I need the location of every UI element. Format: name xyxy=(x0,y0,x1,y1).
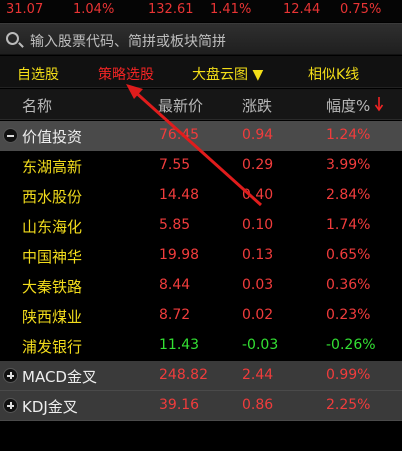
column-pct[interactable]: 幅度% xyxy=(326,95,370,116)
search-placeholder[interactable]: 输入股票代码、简拼或板块简拼 xyxy=(30,31,226,51)
stock-pct: 1.74% xyxy=(326,217,371,233)
group-change: 0.94 xyxy=(242,127,274,143)
stock-price: 14.48 xyxy=(159,187,200,203)
stock-pct: 0.36% xyxy=(326,277,371,293)
ticker-value: 132.61 xyxy=(148,2,194,17)
expand-icon[interactable] xyxy=(3,368,18,383)
group-name: MACD金叉 xyxy=(22,368,97,386)
search-icon xyxy=(6,32,19,45)
collapse-icon[interactable] xyxy=(3,128,18,143)
ticker-bar: 31.07 1.04% 132.61 1.41% 12.44 0.75% xyxy=(0,0,402,22)
group-price: 76.45 xyxy=(159,127,200,143)
stock-change: 0.03 xyxy=(242,277,274,293)
stock-pct: -0.26% xyxy=(326,337,376,353)
group-pct: 0.99% xyxy=(326,367,371,383)
group-change: 0.86 xyxy=(242,397,274,413)
tab-bar: 自选股 策略选股 大盘云图 ▼ 相似K线 xyxy=(0,56,402,88)
stock-name: 中国神华 xyxy=(22,248,83,266)
tab-strategy-picks[interactable]: 策略选股 xyxy=(98,64,154,84)
ticker-value: 31.07 xyxy=(6,2,44,17)
stock-name: 陕西煤业 xyxy=(22,308,83,326)
ticker-pct: 0.75% xyxy=(340,2,382,17)
expand-icon[interactable] xyxy=(3,398,18,413)
stock-price: 11.43 xyxy=(159,337,200,353)
stock-row[interactable]: 浦发银行 11.43 -0.03 -0.26% xyxy=(0,331,402,361)
stock-change: -0.03 xyxy=(242,337,279,353)
tab-similar-kline[interactable]: 相似K线 xyxy=(308,64,359,84)
column-header: 名称 最新价 涨跌 幅度% xyxy=(0,89,402,120)
group-change: 2.44 xyxy=(242,367,274,383)
column-name[interactable]: 名称 xyxy=(22,95,52,116)
stock-pct: 3.99% xyxy=(326,157,371,173)
stock-change: 0.02 xyxy=(242,307,274,323)
group-name: 价值投资 xyxy=(22,128,83,146)
stock-row[interactable]: 陕西煤业 8.72 0.02 0.23% xyxy=(0,301,402,331)
stock-change: 0.13 xyxy=(242,247,274,263)
stock-name: 大秦铁路 xyxy=(22,278,83,296)
stock-price: 8.72 xyxy=(159,307,191,323)
stock-change: 0.40 xyxy=(242,187,274,203)
column-change[interactable]: 涨跌 xyxy=(242,95,272,116)
stock-name: 山东海化 xyxy=(22,218,83,236)
stock-row[interactable]: 东湖高新 7.55 0.29 3.99% xyxy=(0,151,402,181)
stock-row[interactable]: 西水股份 14.48 0.40 2.84% xyxy=(0,181,402,211)
stock-row[interactable]: 大秦铁路 8.44 0.03 0.36% xyxy=(0,271,402,301)
group-name: KDJ金叉 xyxy=(22,398,78,416)
stock-change: 0.10 xyxy=(242,217,274,233)
sort-descending-icon[interactable] xyxy=(374,96,384,112)
stock-name: 东湖高新 xyxy=(22,158,83,176)
stock-name: 西水股份 xyxy=(22,188,83,206)
search-bar[interactable]: 输入股票代码、简拼或板块简拼 xyxy=(0,23,402,55)
stock-pct: 0.65% xyxy=(326,247,371,263)
group-price: 39.16 xyxy=(159,397,200,413)
tab-market-cloud-map[interactable]: 大盘云图 ▼ xyxy=(192,64,263,84)
stock-change: 0.29 xyxy=(242,157,274,173)
strategy-group-row[interactable]: 价值投资 76.45 0.94 1.24% xyxy=(0,121,402,151)
strategy-group-row[interactable]: KDJ金叉 39.16 0.86 2.25% xyxy=(0,391,402,421)
group-price: 248.82 xyxy=(159,367,208,383)
stock-price: 5.85 xyxy=(159,217,191,233)
stock-price: 8.44 xyxy=(159,277,191,293)
ticker-pct: 1.04% xyxy=(73,2,115,17)
empty-area xyxy=(0,421,402,451)
stock-price: 19.98 xyxy=(159,247,200,263)
ticker-value: 12.44 xyxy=(283,2,321,17)
stock-name: 浦发银行 xyxy=(22,338,83,356)
tab-watchlist[interactable]: 自选股 xyxy=(17,64,59,84)
group-pct: 1.24% xyxy=(326,127,371,143)
stock-pct: 0.23% xyxy=(326,307,371,323)
stock-row[interactable]: 中国神华 19.98 0.13 0.65% xyxy=(0,241,402,271)
group-pct: 2.25% xyxy=(326,397,371,413)
strategy-group-row[interactable]: MACD金叉 248.82 2.44 0.99% xyxy=(0,361,402,391)
stock-row[interactable]: 山东海化 5.85 0.10 1.74% xyxy=(0,211,402,241)
ticker-pct: 1.41% xyxy=(210,2,252,17)
column-price[interactable]: 最新价 xyxy=(158,95,203,116)
stock-price: 7.55 xyxy=(159,157,191,173)
stock-pct: 2.84% xyxy=(326,187,371,203)
